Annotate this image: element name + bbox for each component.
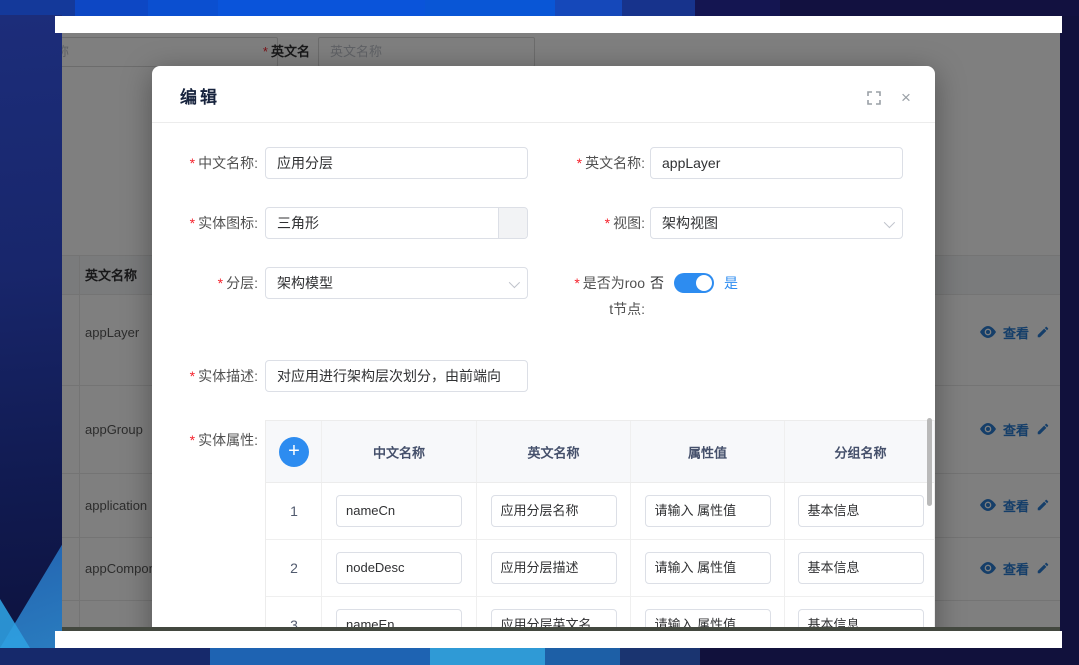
entity-desc-input[interactable]: 对应用进行架构层次划分，由前端向 — [265, 360, 528, 392]
frame-left-band — [0, 15, 62, 648]
attributes-table-header: + 中文名称 英文名称 属性值 分组名称 — [266, 421, 934, 483]
cell-en: 应用分层英文名 — [477, 597, 631, 630]
en-name-label: *英文名称: — [532, 147, 645, 179]
entity-desc-label: *实体描述: — [152, 360, 258, 392]
frame-white-strip-top — [55, 16, 1062, 33]
header-cell-value: 属性值 — [631, 421, 785, 482]
cell-index: 2 — [266, 540, 322, 596]
switch-knob — [696, 275, 712, 291]
required-asterisk: * — [574, 275, 579, 291]
cell-index: 1 — [266, 483, 322, 539]
attributes-table: + 中文名称 英文名称 属性值 分组名称 1 nameCn 应用分层名称 请输入… — [265, 420, 935, 630]
window-bottom-edge — [62, 627, 1060, 631]
attr-value-input[interactable]: 请输入 属性值 — [645, 495, 771, 527]
cell-value: 请输入 属性值 — [631, 597, 785, 630]
chevron-down-icon — [509, 277, 520, 288]
layer-select[interactable]: 架构模型 — [265, 267, 528, 299]
cell-cn: nameCn — [322, 483, 477, 539]
cn-name-input[interactable]: 应用分层 — [265, 147, 528, 179]
modal-scrollbar-thumb[interactable] — [927, 418, 932, 506]
required-asterisk: * — [190, 155, 195, 171]
header-cell-cn: 中文名称 — [322, 421, 477, 482]
cell-value: 请输入 属性值 — [631, 483, 785, 539]
required-asterisk: * — [577, 155, 582, 171]
cell-group: 基本信息 — [785, 483, 936, 539]
cn-name-label: *中文名称: — [152, 147, 258, 179]
layer-label: *分层: — [152, 267, 258, 299]
required-asterisk: * — [190, 368, 195, 384]
cell-en: 应用分层名称 — [477, 483, 631, 539]
is-root-label: *是否为roo t节点: — [532, 270, 645, 322]
attr-en-input[interactable]: 应用分层名称 — [491, 495, 617, 527]
header-cell-group: 分组名称 — [785, 421, 936, 482]
required-asterisk: * — [190, 215, 195, 231]
view-select[interactable]: 架构视图 — [650, 207, 903, 239]
cell-cn: nameEn — [322, 597, 477, 630]
attribute-row: 2 nodeDesc 应用分层描述 请输入 属性值 基本信息 — [266, 540, 934, 597]
is-root-switch[interactable] — [674, 273, 714, 293]
edit-modal: 编辑 × *中文名称: 应用分层 *英文名称: appLayer *实体图标: … — [152, 66, 935, 630]
entity-icon-input[interactable]: 三角形 — [265, 207, 528, 239]
frame-bottom-bar — [0, 648, 1079, 665]
close-icon[interactable]: × — [898, 90, 914, 106]
header-cell-add: + — [266, 421, 322, 482]
icon-picker-addon[interactable] — [498, 207, 528, 239]
attr-cn-input[interactable]: nameCn — [336, 495, 462, 527]
cell-en: 应用分层描述 — [477, 540, 631, 596]
required-asterisk: * — [190, 432, 195, 448]
attr-en-input[interactable]: 应用分层描述 — [491, 552, 617, 584]
attr-group-input[interactable]: 基本信息 — [798, 495, 924, 527]
toggle-on-label: 是 — [724, 273, 738, 293]
view-label: *视图: — [532, 207, 645, 239]
required-asterisk: * — [605, 215, 610, 231]
cell-group: 基本信息 — [785, 597, 936, 630]
attribute-row: 3 nameEn 应用分层英文名 请输入 属性值 基本信息 — [266, 597, 934, 630]
modal-header: 编辑 × — [152, 66, 935, 123]
attribute-row: 1 nameCn 应用分层名称 请输入 属性值 基本信息 — [266, 483, 934, 540]
app-window: 中文名称 *英文名 英文名称 英文名称 appLayer appGroup ap… — [62, 33, 1060, 630]
attr-value-input[interactable]: 请输入 属性值 — [645, 552, 771, 584]
toggle-off-label: 否 — [650, 273, 664, 293]
attr-group-input[interactable]: 基本信息 — [798, 552, 924, 584]
chevron-down-icon — [884, 217, 895, 228]
en-name-input[interactable]: appLayer — [650, 147, 903, 179]
header-cell-en: 英文名称 — [477, 421, 631, 482]
cell-cn: nodeDesc — [322, 540, 477, 596]
required-asterisk: * — [218, 275, 223, 291]
entity-attrs-label: *实体属性: — [152, 424, 258, 456]
fullscreen-icon[interactable] — [866, 90, 882, 106]
cell-value: 请输入 属性值 — [631, 540, 785, 596]
frame-top-bar — [0, 0, 1079, 16]
cell-group: 基本信息 — [785, 540, 936, 596]
cell-index: 3 — [266, 597, 322, 630]
attr-cn-input[interactable]: nodeDesc — [336, 552, 462, 584]
frame-white-strip-bottom — [55, 631, 1062, 648]
add-attribute-button[interactable]: + — [279, 437, 309, 467]
modal-title: 编辑 — [180, 83, 220, 108]
is-root-toggle-row: 否 是 — [650, 267, 738, 299]
entity-icon-label: *实体图标: — [152, 207, 258, 239]
